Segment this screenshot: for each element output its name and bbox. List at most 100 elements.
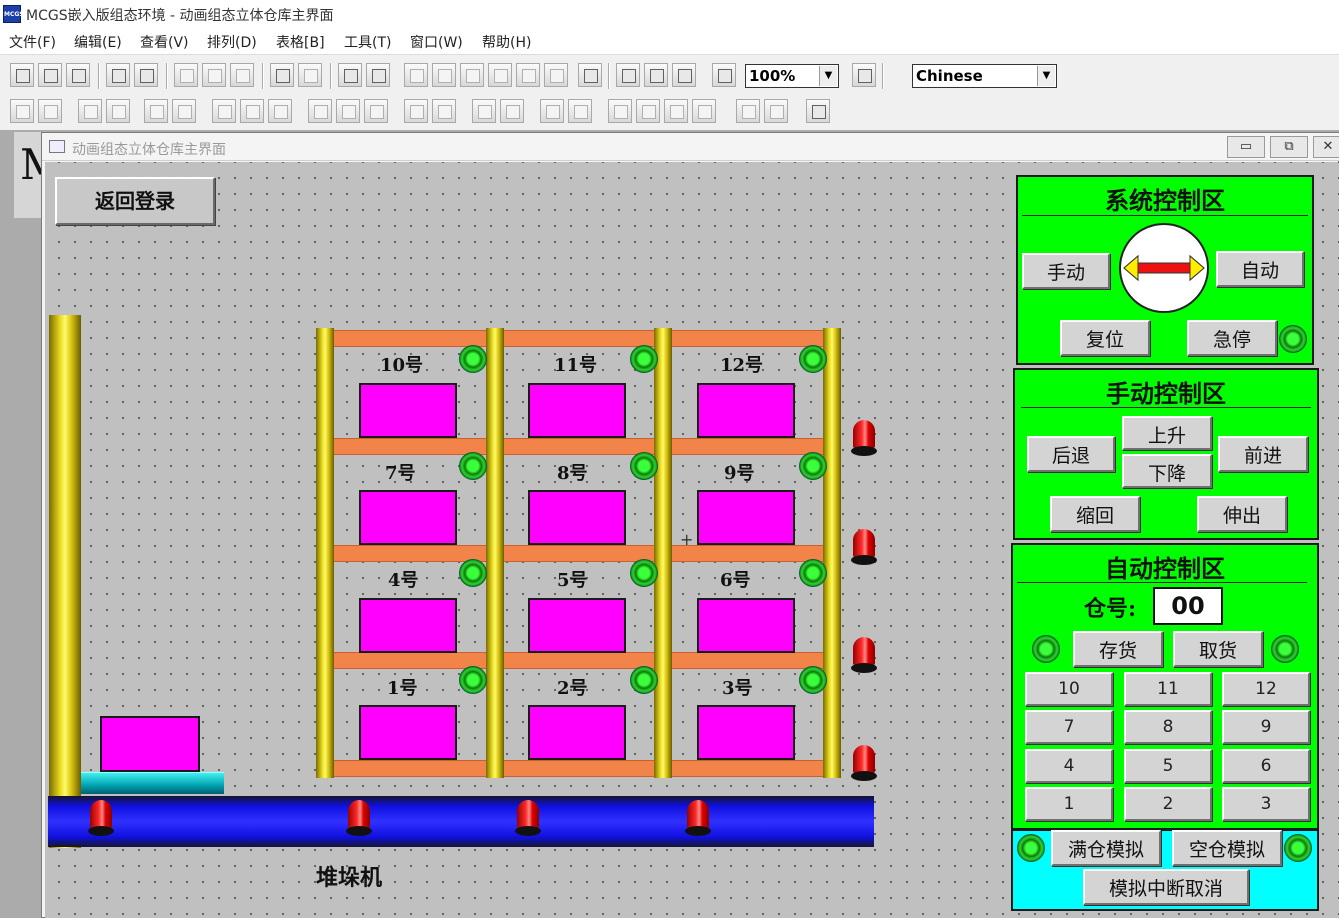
font-icon[interactable] [488,63,512,87]
lift-down-button[interactable]: 下降 [1122,454,1212,488]
forward-one-icon[interactable] [664,99,688,123]
group-icon[interactable] [540,99,564,123]
bin-number-input[interactable]: 00 [1153,587,1223,625]
retract-button[interactable]: 缩回 [1050,496,1140,532]
center-icon[interactable] [308,99,332,123]
chinese-input-icon[interactable] [852,63,876,87]
align-left-icon[interactable] [10,99,34,123]
help-pointer-icon[interactable] [712,63,736,87]
bin-select-button-12[interactable]: 12 [1222,672,1310,706]
store-button[interactable]: 存货 [1073,631,1163,667]
manual-mode-button[interactable]: 手动 [1022,253,1110,289]
cell-box-3[interactable] [697,705,795,760]
font-color-icon[interactable] [460,63,484,87]
bin-select-button-6[interactable]: 6 [1222,749,1310,783]
cell-box-10[interactable] [359,383,457,438]
center-horizontal-icon[interactable] [172,99,196,123]
bin-select-button-7[interactable]: 7 [1025,710,1113,744]
line-color-icon[interactable] [432,63,456,87]
cell-box-11[interactable] [528,383,626,438]
cell-box-9[interactable] [697,490,795,545]
back-login-button[interactable]: 返回登录 [55,177,215,225]
same-height-icon[interactable] [240,99,264,123]
properties-icon[interactable] [616,63,640,87]
database-icon[interactable] [38,63,62,87]
fixed-icon[interactable] [764,99,788,123]
full-warehouse-sim-button[interactable]: 满仓模拟 [1051,830,1161,866]
lock-icon[interactable] [736,99,760,123]
center-v-icon[interactable] [364,99,388,123]
line-type-icon[interactable] [516,63,540,87]
forward-button[interactable]: 前进 [1218,436,1308,472]
extend-button[interactable]: 伸出 [1197,496,1287,532]
bin-select-button-4[interactable]: 4 [1025,749,1113,783]
bin-select-button-1[interactable]: 1 [1025,787,1113,821]
grid-icon[interactable] [578,63,602,87]
cell-box-2[interactable] [528,705,626,760]
tools-icon[interactable] [338,63,362,87]
close-icon[interactable]: ✕ [1313,136,1339,158]
menu-tools[interactable]: 工具(T) [344,32,391,52]
language-select[interactable]: Chinese ▼ [912,64,1057,88]
cell-box-12[interactable] [697,383,795,438]
same-width-icon[interactable] [268,99,292,123]
rotate-right-icon[interactable] [432,99,456,123]
align-bottom-icon[interactable] [106,99,130,123]
save-icon[interactable] [66,63,90,87]
fill-color-icon[interactable] [404,63,428,87]
cut-icon[interactable] [174,63,198,87]
check-icon[interactable] [644,63,668,87]
minimize-icon[interactable]: ▭ [1227,136,1265,158]
new-window-icon[interactable] [10,63,34,87]
flip-vertical-icon[interactable] [500,99,524,123]
bin-select-button-3[interactable]: 3 [1222,787,1310,821]
menu-help[interactable]: 帮助(H) [482,32,531,52]
cancel-simulation-button[interactable]: 模拟中断取消 [1083,869,1249,905]
bin-select-button-9[interactable]: 9 [1222,710,1310,744]
paste-icon[interactable] [230,63,254,87]
menu-edit[interactable]: 编辑(E) [74,32,122,52]
redo-icon[interactable] [298,63,322,87]
send-back-icon[interactable] [636,99,660,123]
print-preview-icon[interactable] [134,63,158,87]
restore-icon[interactable]: ⧉ [1270,136,1308,158]
cell-box-7[interactable] [359,490,457,545]
align-right-icon[interactable] [38,99,62,123]
line-style-icon[interactable] [544,63,568,87]
cell-box-5[interactable] [528,598,626,653]
reset-button[interactable]: 复位 [1060,320,1150,356]
auto-mode-button[interactable]: 自动 [1216,251,1304,287]
backward-one-icon[interactable] [692,99,716,123]
rotate-left-icon[interactable] [404,99,428,123]
bring-front-icon[interactable] [608,99,632,123]
toolbox-icon[interactable] [366,63,390,87]
child-title-bar[interactable] [42,133,1339,161]
emergency-stop-button[interactable]: 急停 [1187,320,1277,356]
print-icon[interactable] [106,63,130,87]
menu-file[interactable]: 文件(F) [9,32,56,52]
bin-select-button-10[interactable]: 10 [1025,672,1113,706]
cell-box-6[interactable] [697,598,795,653]
cell-box-4[interactable] [359,598,457,653]
empty-warehouse-sim-button[interactable]: 空仓模拟 [1172,830,1282,866]
align-top-icon[interactable] [78,99,102,123]
grid-dots-icon[interactable] [806,99,830,123]
menu-table[interactable]: 表格[B] [276,32,325,52]
bin-select-button-5[interactable]: 5 [1124,749,1212,783]
lift-up-button[interactable]: 上升 [1122,416,1212,450]
chevron-down-icon[interactable]: ▼ [819,66,837,86]
bin-select-button-11[interactable]: 11 [1124,672,1212,706]
undo-icon[interactable] [270,63,294,87]
cell-box-8[interactable] [528,490,626,545]
same-size-icon[interactable] [212,99,236,123]
zoom-select[interactable]: 100% ▼ [745,64,839,88]
menu-arrange[interactable]: 排列(D) [207,32,257,52]
menu-view[interactable]: 查看(V) [140,32,189,52]
center-vertical-icon[interactable] [144,99,168,123]
ungroup-icon[interactable] [568,99,592,123]
cell-box-1[interactable] [359,705,457,760]
center-h-icon[interactable] [336,99,360,123]
copy-icon[interactable] [202,63,226,87]
menu-window[interactable]: 窗口(W) [410,32,463,52]
flip-horizontal-icon[interactable] [472,99,496,123]
